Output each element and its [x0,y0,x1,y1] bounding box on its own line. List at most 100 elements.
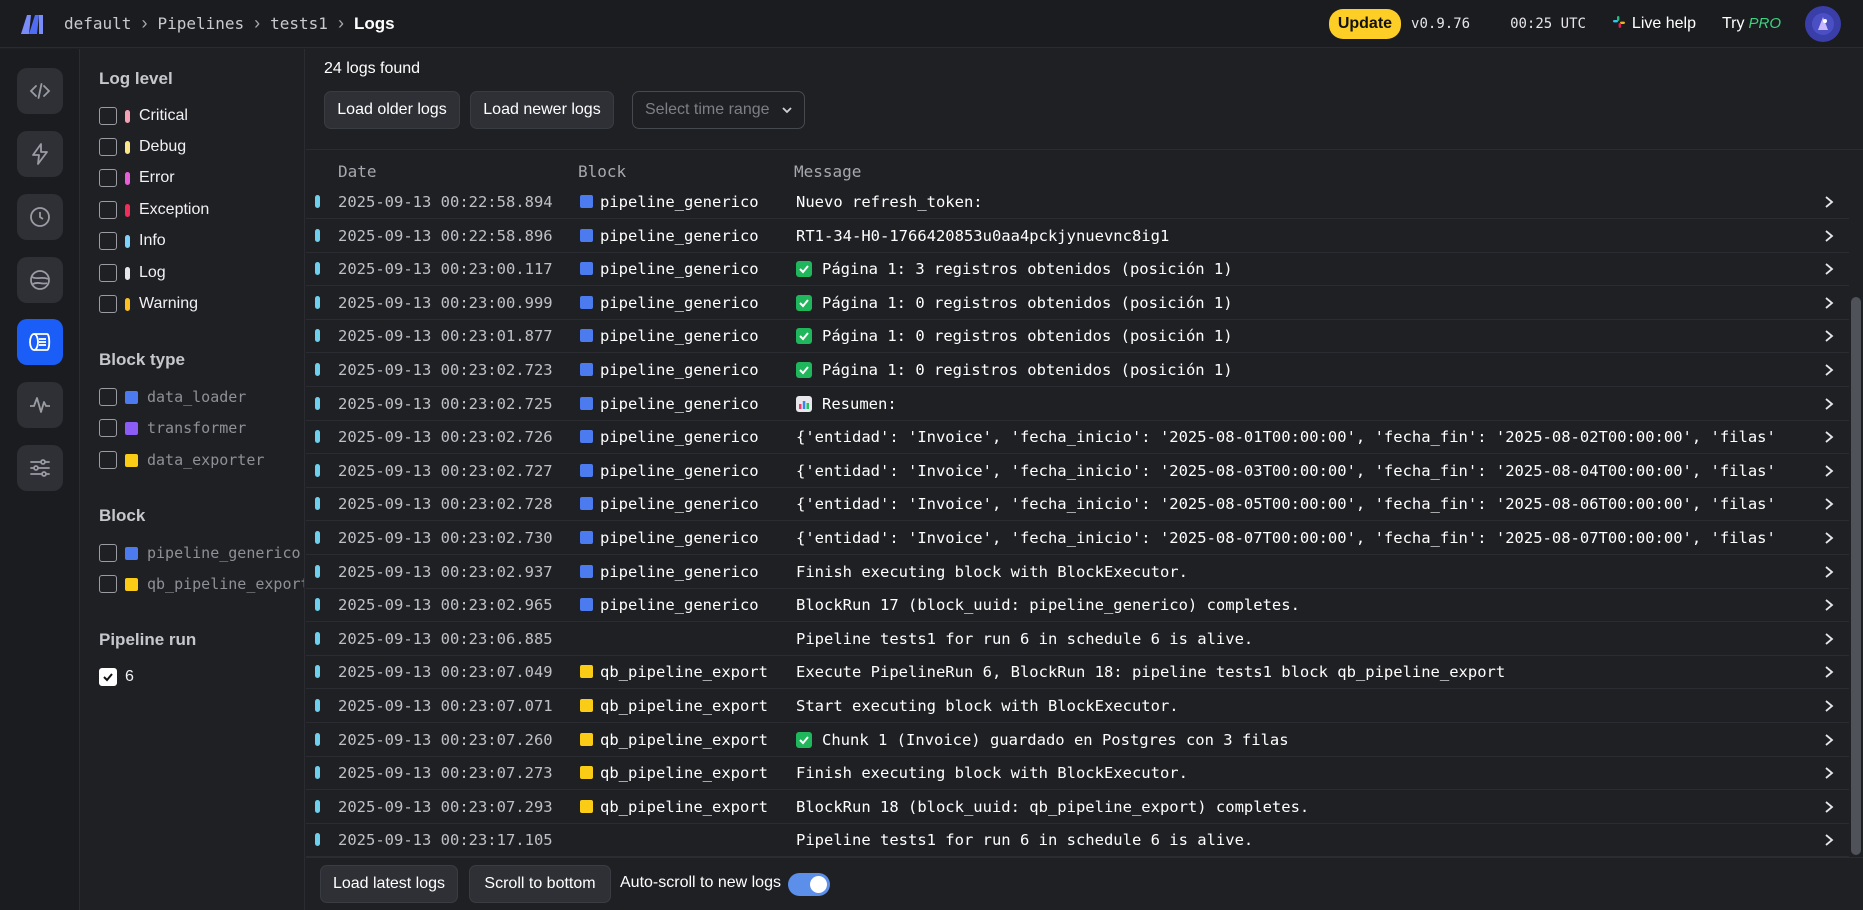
chevron-right-icon[interactable] [1823,430,1835,444]
log-row[interactable]: 2025-09-13 00:23:07.293 qb_pipeline_expor… [306,790,1849,824]
rail-logs-button[interactable] [17,319,63,365]
log-block[interactable]: qb_pipeline_export [600,663,768,681]
filter-log-level-log[interactable]: Log [99,262,166,284]
log-row[interactable]: 2025-09-13 00:23:02.726 pipeline_generico… [306,420,1849,455]
scrollbar-thumb[interactable] [1851,297,1861,855]
checkbox[interactable] [99,107,117,125]
checkbox[interactable] [99,169,117,187]
breadcrumb-project[interactable]: default [64,14,131,33]
chevron-right-icon[interactable] [1823,229,1835,243]
chevron-right-icon[interactable] [1823,296,1835,310]
log-row[interactable]: 2025-09-13 00:23:02.727 pipeline_generico… [306,454,1849,488]
mage-logo[interactable] [0,0,64,48]
filter-log-level-debug[interactable]: Debug [99,136,186,158]
log-block[interactable]: qb_pipeline_export [600,697,768,715]
rail-backfills-button[interactable] [17,257,63,303]
checkbox-checked[interactable] [99,668,117,686]
chevron-right-icon[interactable] [1823,665,1835,679]
column-date[interactable]: Date [338,162,377,181]
log-row[interactable]: 2025-09-13 00:23:07.273 qb_pipeline_expor… [306,756,1849,791]
checkbox[interactable] [99,544,117,562]
chevron-right-icon[interactable] [1823,262,1835,276]
log-block[interactable]: pipeline_generico [600,462,759,480]
log-block[interactable]: qb_pipeline_export [600,764,768,782]
update-button[interactable]: Update [1328,9,1402,39]
time-range-select[interactable]: Select time range [632,91,805,129]
chevron-right-icon[interactable] [1823,565,1835,579]
checkbox[interactable] [99,295,117,313]
checkbox[interactable] [99,232,117,250]
log-block[interactable]: qb_pipeline_export [600,731,768,749]
chevron-right-icon[interactable] [1823,632,1835,646]
chevron-right-icon[interactable] [1823,766,1835,780]
checkbox[interactable] [99,419,117,437]
column-message[interactable]: Message [794,162,861,181]
filter-block-type-data-loader[interactable]: data_loader [99,386,246,408]
filter-block-type-data-exporter[interactable]: data_exporter [99,449,264,471]
rail-settings-button[interactable] [17,445,63,491]
filter-block-type-transformer[interactable]: transformer [99,417,246,439]
chevron-right-icon[interactable] [1823,195,1835,209]
filter-pipeline-run-6[interactable]: 6 [99,666,134,688]
live-help-link[interactable]: Live help [1612,15,1696,34]
checkbox[interactable] [99,575,117,593]
chevron-right-icon[interactable] [1823,598,1835,612]
log-row[interactable]: 2025-09-13 00:23:07.071 qb_pipeline_expor… [306,689,1849,723]
scroll-to-bottom-button[interactable]: Scroll to bottom [469,865,611,903]
checkbox[interactable] [99,138,117,156]
filter-block-qb-pipeline-export[interactable]: qb_pipeline_export [99,573,304,595]
filter-log-level-critical[interactable]: Critical [99,105,188,127]
log-row[interactable]: 2025-09-13 00:23:02.725 pipeline_generico… [306,387,1849,421]
chevron-right-icon[interactable] [1823,329,1835,343]
chevron-right-icon[interactable] [1823,733,1835,747]
log-block[interactable]: pipeline_generico [600,428,759,446]
log-block[interactable]: pipeline_generico [600,294,759,312]
log-block[interactable]: pipeline_generico [600,361,759,379]
breadcrumb-pipeline[interactable]: tests1 [270,14,328,33]
breadcrumb-pipelines[interactable]: Pipelines [157,14,244,33]
chevron-right-icon[interactable] [1823,531,1835,545]
scrollbar[interactable] [1851,187,1861,857]
log-block[interactable]: pipeline_generico [600,563,759,581]
rail-monitor-button[interactable] [17,382,63,428]
log-row[interactable]: 2025-09-13 00:22:58.896 pipeline_generico… [306,219,1849,253]
rail-code-button[interactable] [17,68,63,114]
filter-log-level-exception[interactable]: Exception [99,199,209,221]
column-block[interactable]: Block [578,162,626,181]
load-newer-logs-button[interactable]: Load newer logs [470,91,614,129]
log-row[interactable]: 2025-09-13 00:23:02.728 pipeline_generico… [306,487,1849,522]
chevron-right-icon[interactable] [1823,833,1835,847]
log-row[interactable]: 2025-09-13 00:23:17.105 Pipeline tests1 f… [306,823,1849,857]
checkbox[interactable] [99,388,117,406]
log-row[interactable]: 2025-09-13 00:23:02.730 pipeline_generico… [306,521,1849,555]
log-block[interactable]: pipeline_generico [600,596,759,614]
log-row[interactable]: 2025-09-13 00:23:00.999 pipeline_generico… [306,286,1849,320]
try-pro-link[interactable]: Try PRO [1722,15,1781,33]
autoscroll-toggle[interactable] [788,873,830,896]
load-latest-logs-button[interactable]: Load latest logs [320,865,458,903]
chevron-right-icon[interactable] [1823,699,1835,713]
chevron-right-icon[interactable] [1823,397,1835,411]
log-block[interactable]: pipeline_generico [600,260,759,278]
log-row[interactable]: 2025-09-13 00:23:07.260 qb_pipeline_expor… [306,723,1849,757]
log-block[interactable]: pipeline_generico [600,193,759,211]
log-row[interactable]: 2025-09-13 00:23:02.937 pipeline_generico… [306,555,1849,589]
log-row[interactable]: 2025-09-13 00:23:06.885 Pipeline tests1 f… [306,622,1849,656]
checkbox[interactable] [99,201,117,219]
log-block[interactable]: pipeline_generico [600,495,759,513]
log-block[interactable]: pipeline_generico [600,227,759,245]
checkbox[interactable] [99,264,117,282]
log-row[interactable]: 2025-09-13 00:23:07.049 qb_pipeline_expor… [306,655,1849,690]
load-older-logs-button[interactable]: Load older logs [324,91,460,129]
filter-log-level-error[interactable]: Error [99,167,175,189]
log-block[interactable]: pipeline_generico [600,395,759,413]
log-row[interactable]: 2025-09-13 00:23:02.965 pipeline_generico… [306,588,1849,623]
checkbox[interactable] [99,451,117,469]
log-block[interactable]: pipeline_generico [600,529,759,547]
chevron-right-icon[interactable] [1823,464,1835,478]
filter-block-pipeline-generico[interactable]: pipeline_generico [99,542,301,564]
filter-log-level-warning[interactable]: Warning [99,293,198,315]
chevron-right-icon[interactable] [1823,363,1835,377]
log-row[interactable]: 2025-09-13 00:22:58.894 pipeline_generico… [306,185,1849,219]
log-row[interactable]: 2025-09-13 00:23:00.117 pipeline_generico… [306,252,1849,287]
